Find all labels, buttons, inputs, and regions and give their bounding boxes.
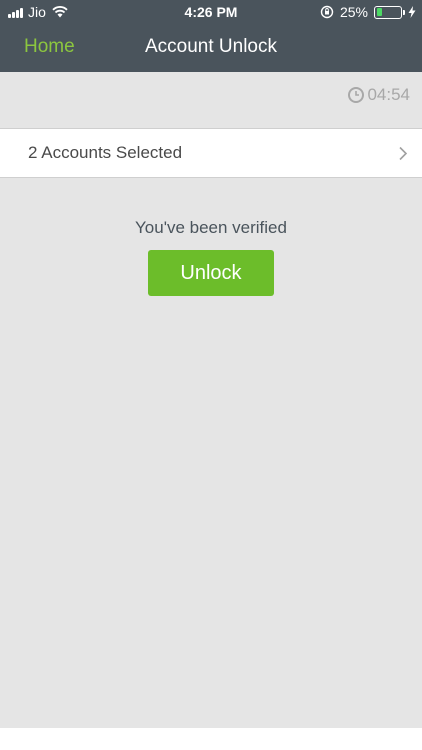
battery-cap [403,9,405,15]
rotation-lock-icon [320,5,334,19]
battery-icon [374,5,402,19]
accounts-selected-row[interactable]: 2 Accounts Selected [0,128,422,178]
bolt-icon [408,6,416,18]
battery-fill [376,8,383,16]
chevron-right-icon [399,146,408,161]
page-title: Account Unlock [144,36,277,57]
status-right: 25% [320,4,416,20]
timer-value: 04:54 [367,85,410,104]
nav-bar: Home Account Unlock [0,24,422,72]
battery-percent: 25% [339,4,368,20]
status-bar: Jio 4:26 PM 25% [0,0,422,24]
session-timer: 04:54 [347,85,410,105]
verification-message: You've been verified [135,218,287,237]
accounts-selected-label: 2 Accounts Selected [28,143,183,162]
clock-icon [348,87,365,103]
bottom-strip [0,728,422,750]
unlock-button[interactable]: Unlock [148,250,274,296]
